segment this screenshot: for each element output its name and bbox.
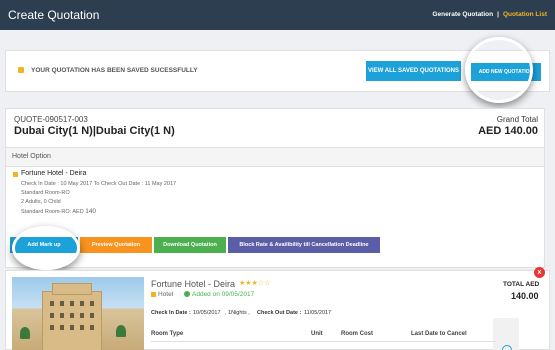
- hotel-option-price: Standard Room-RO: AED 140: [21, 208, 96, 215]
- window-shape: [60, 325, 64, 330]
- window-shape: [80, 301, 84, 306]
- highlight-circle: [12, 226, 80, 270]
- checkin-value: 10/05/2017: [193, 310, 221, 316]
- total-label: TOTAL AED: [503, 281, 540, 288]
- room-price-value: 140: [85, 208, 97, 215]
- window-shape: [60, 301, 64, 306]
- saved-message: YOUR QUOTATION HAS BEEN SAVED SUCESSFULL…: [31, 67, 198, 74]
- window-shape: [50, 313, 54, 318]
- nav-generate-quotation[interactable]: Generate Quotation: [432, 11, 493, 18]
- window-shape: [60, 313, 64, 318]
- checkin-label: Check In Date :: [151, 310, 191, 316]
- col-last-date-cancel: Last Date to Cancel: [411, 331, 467, 337]
- hotel-photo: [12, 277, 144, 350]
- room-table-header: Room Type Unit Room Cost Last Date to Ca…: [151, 328, 496, 342]
- radio-circle[interactable]: [502, 345, 512, 350]
- hotel-icon: [151, 292, 156, 297]
- col-unit: Unit: [311, 331, 323, 337]
- window-shape: [50, 325, 54, 330]
- window-shape: [80, 325, 84, 330]
- page-title: Create Quotation: [8, 8, 100, 22]
- property-type: Hotel: [158, 291, 174, 298]
- palm-tree-shape: [20, 327, 30, 339]
- window-shape: [90, 325, 94, 330]
- download-quotation-button[interactable]: Download Quotation: [154, 237, 226, 253]
- view-all-quotations-button[interactable]: VIEW ALL SAVED QUOTATIONS: [366, 61, 461, 81]
- preview-quotation-button[interactable]: Preview Quotation: [80, 237, 152, 253]
- close-icon[interactable]: x: [534, 267, 545, 278]
- col-room-cost: Room Cost: [341, 331, 373, 337]
- window-shape: [70, 313, 74, 318]
- building-shape: [42, 291, 102, 350]
- hotel-option-label: Hotel Option: [12, 153, 51, 160]
- hotel-marker-icon: [13, 172, 18, 177]
- hotel-name[interactable]: Fortune Hotel - Deira: [151, 279, 235, 289]
- checkout-value: 11/05/2017: [304, 310, 332, 316]
- building-shape: [52, 283, 92, 295]
- lock-icon: [18, 67, 24, 73]
- hotel-option-dates: Check In Date : 10 May 2017 To Check Out…: [21, 181, 177, 187]
- palm-tree-shape: [116, 325, 126, 337]
- check-circle-icon: [184, 291, 190, 297]
- checkout-label: Check Out Date :: [257, 310, 302, 316]
- col-room-type: Room Type: [151, 331, 184, 337]
- room-price-label: Standard Room-RO: AED: [21, 209, 84, 215]
- grand-total-label: Grand Total: [496, 115, 538, 124]
- window-shape: [70, 325, 74, 330]
- window-shape: [80, 313, 84, 318]
- nav-separator: |: [497, 11, 499, 18]
- hotel-option-room: Standard Room-RO: [21, 190, 70, 196]
- hotel-option-header: Hotel Option: [6, 147, 544, 167]
- hotel-detail-card: Fortune Hotel - Deira ★★★☆☆ Hotel Added …: [5, 270, 550, 350]
- hotel-option-name: Fortune Hotel - Deira: [21, 170, 87, 177]
- quote-route: Dubai City(1 N)|Dubai City(1 N): [14, 125, 175, 137]
- top-nav: Generate Quotation | Quotation List: [428, 11, 547, 18]
- window-shape: [90, 301, 94, 306]
- nav-quotation-list[interactable]: Quotation List: [503, 11, 547, 18]
- grand-total-value: AED 140.00: [478, 125, 538, 137]
- nights-count: , 1Nights ,: [225, 310, 250, 316]
- block-rate-button[interactable]: Block Rate & Availibility till Cancellat…: [228, 237, 380, 253]
- added-date: Added on 09/05/2017: [192, 291, 255, 298]
- window-shape: [90, 313, 94, 318]
- highlight-circle: [465, 37, 533, 103]
- window-shape: [50, 301, 54, 306]
- star-rating: ★★★☆☆: [239, 280, 271, 287]
- hotel-option-guests: 2 Adults, 0 Child: [21, 199, 61, 205]
- window-shape: [70, 301, 74, 306]
- top-bar: Create Quotation Generate Quotation | Quot…: [0, 0, 555, 30]
- total-value: 140.00: [511, 291, 539, 301]
- quote-number: QUOTE-090517-003: [14, 115, 88, 124]
